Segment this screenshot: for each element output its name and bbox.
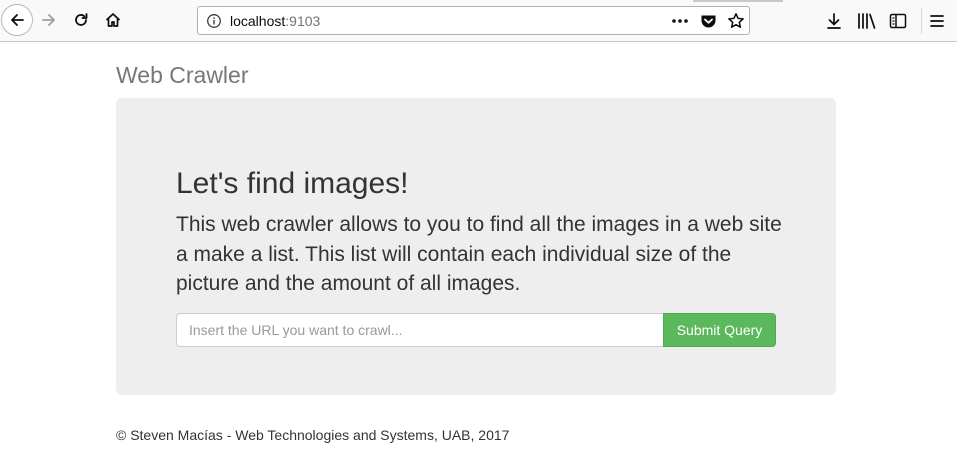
url-host: localhost <box>230 13 286 29</box>
url-port: :9103 <box>285 13 321 29</box>
arrow-left-icon <box>8 11 26 29</box>
tab-indicator <box>693 0 783 2</box>
reload-icon <box>72 11 90 29</box>
page-brand-title: Web Crawler <box>116 62 249 88</box>
hamburger-menu-icon <box>929 14 945 28</box>
menu-button[interactable] <box>926 10 948 32</box>
pocket-icon[interactable] <box>699 12 717 30</box>
home-button[interactable] <box>98 5 128 35</box>
crawl-form: Submit Query <box>176 313 776 347</box>
home-icon <box>104 11 122 29</box>
reload-button[interactable] <box>66 5 96 35</box>
forward-button[interactable] <box>34 5 64 35</box>
library-button[interactable] <box>856 10 878 32</box>
star-icon[interactable] <box>727 12 745 30</box>
url-bar[interactable]: localhost:9103 <box>197 6 750 35</box>
url-text: localhost:9103 <box>230 13 320 29</box>
back-button[interactable] <box>1 4 33 36</box>
sidebar-button[interactable] <box>887 10 909 32</box>
info-icon[interactable] <box>206 13 222 34</box>
url-input[interactable] <box>176 313 663 347</box>
library-icon <box>857 12 877 30</box>
browser-toolbar: localhost:9103 <box>0 0 957 42</box>
jumbotron-title: Let's find images! <box>176 167 409 200</box>
toolbar-separator <box>921 8 922 34</box>
footer-copyright: © Steven Macías - Web Technologies and S… <box>116 427 510 443</box>
sidebar-icon <box>889 13 907 29</box>
jumbotron: Let's find images! This web crawler allo… <box>116 98 836 395</box>
submit-query-button[interactable]: Submit Query <box>663 313 776 347</box>
jumbotron-lead: This web crawler allows to you to find a… <box>176 213 782 295</box>
downloads-button[interactable] <box>823 10 845 32</box>
more-dots-icon[interactable] <box>671 12 689 30</box>
download-icon <box>825 12 843 30</box>
arrow-right-icon <box>40 11 58 29</box>
